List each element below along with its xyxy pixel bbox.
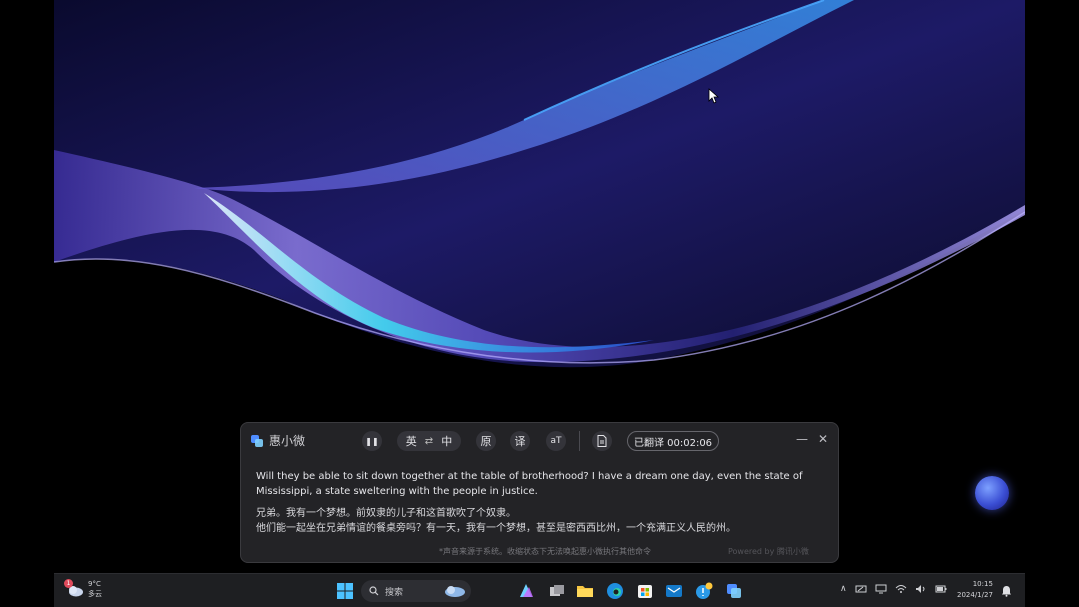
minimize-icon: — — [796, 432, 808, 446]
search-highlight-icon — [445, 586, 465, 597]
mouse-cursor-icon — [708, 88, 720, 104]
footer-note: *声音来源于系统。收缩状态下无法唤起惠小微执行其他命令 — [439, 547, 651, 556]
caption-window[interactable]: 惠小微 ❚❚ 英 ⇄ 中 原 译 aT 已翻译 00:02:06 — ✕ Wil… — [240, 422, 839, 563]
taskbar-app-mail[interactable] — [665, 582, 683, 600]
taskbar-app-store[interactable] — [636, 582, 654, 600]
taskbar-app-edge[interactable] — [606, 582, 624, 600]
translation-status-badge: 已翻译 00:02:06 — [627, 431, 719, 451]
volume-icon[interactable] — [915, 584, 927, 594]
clock-date: 2024/1/27 — [957, 591, 993, 599]
powered-by: Powered by 腾讯小微 — [728, 547, 809, 556]
lang-from: 英 — [405, 435, 417, 448]
close-icon: ✕ — [817, 432, 829, 446]
toolbar-divider — [579, 431, 580, 451]
pause-button[interactable]: ❚❚ — [362, 431, 382, 451]
app-title: 惠小微 — [269, 434, 306, 448]
battery-icon[interactable] — [935, 584, 947, 594]
app-title-area: 惠小微 — [251, 432, 305, 449]
document-button[interactable] — [592, 431, 612, 451]
wifi-icon[interactable] — [895, 584, 907, 594]
task-view-icon — [550, 585, 564, 596]
transcript-chinese-line-1: 兄弟。我有一个梦想。前奴隶的儿子和这首歌吹了个奴隶。 — [256, 508, 516, 519]
document-icon — [597, 435, 607, 447]
tips-icon — [696, 582, 713, 599]
app-tile-icon — [666, 585, 682, 597]
search-icon — [369, 586, 379, 596]
minimize-button[interactable]: — — [795, 432, 809, 446]
taskbar-search-input[interactable]: 搜索 — [361, 580, 471, 602]
tray-overflow-chevron-icon[interactable]: ∧ — [840, 584, 847, 594]
transcript-chinese-line-2: 他们能一起坐在兄弟情谊的餐桌旁吗？有一天，我有一个梦想，甚至是密西西比州，一个充… — [256, 523, 736, 534]
close-button[interactable]: ✕ — [816, 432, 830, 446]
translation-mode-button[interactable]: 译 — [510, 431, 530, 451]
taskbar-app-tips[interactable] — [695, 582, 713, 600]
weather-desc: 多云 — [88, 590, 102, 598]
font-size-label: aT — [550, 436, 562, 446]
taskbar-app-taskview[interactable] — [548, 582, 566, 600]
weather-widget[interactable]: 1 9°C 多云 — [64, 579, 102, 599]
notification-bell-icon[interactable] — [1001, 585, 1012, 597]
windows-logo-icon — [337, 583, 353, 599]
transcript-chinese: 兄弟。我有一个梦想。前奴隶的儿子和这首歌吹了个奴隶。 他们能一起坐在兄弟情谊的餐… — [256, 506, 826, 536]
original-mode-button[interactable]: 原 — [476, 431, 496, 451]
taskbar-clock[interactable]: 10:15 2024/1/27 — [957, 579, 993, 601]
font-size-button[interactable]: aT — [546, 431, 566, 451]
taskbar-app-explorer[interactable] — [576, 582, 594, 600]
weather-temp: 9°C — [88, 580, 101, 588]
store-icon — [638, 585, 652, 598]
swap-icon: ⇄ — [424, 435, 434, 447]
weather-badge: 1 — [64, 579, 73, 588]
taskbar-app-copilot[interactable] — [517, 582, 535, 600]
original-mode-label: 原 — [480, 435, 492, 448]
system-tray: ∧ — [840, 584, 947, 594]
clock-time: 10:15 — [972, 580, 993, 588]
lang-to: 中 — [441, 435, 453, 448]
copilot-icon — [520, 584, 533, 597]
taskbar-app-xiaowei[interactable] — [725, 582, 743, 600]
pen-tablet-icon[interactable] — [855, 584, 867, 594]
edge-browser-icon — [607, 583, 623, 599]
folder-icon — [577, 586, 593, 597]
taskbar: 1 9°C 多云 搜索 ∧ 10:15 2024/1/27 — [54, 573, 1025, 607]
language-switch-button[interactable]: 英 ⇄ 中 — [397, 431, 461, 451]
xiaowei-app-icon — [727, 584, 741, 598]
status-text: 已翻译 00:02:06 — [633, 437, 713, 449]
start-button[interactable] — [336, 582, 354, 600]
assistant-orb-button[interactable] — [975, 476, 1009, 510]
pause-icon: ❚❚ — [365, 436, 379, 446]
translation-mode-label: 译 — [514, 435, 526, 448]
app-logo-icon — [251, 434, 263, 447]
display-icon[interactable] — [875, 584, 887, 594]
transcript-english: Will they be able to sit down together a… — [256, 471, 803, 497]
search-placeholder: 搜索 — [385, 587, 404, 598]
cloud-icon: 1 — [64, 579, 84, 597]
